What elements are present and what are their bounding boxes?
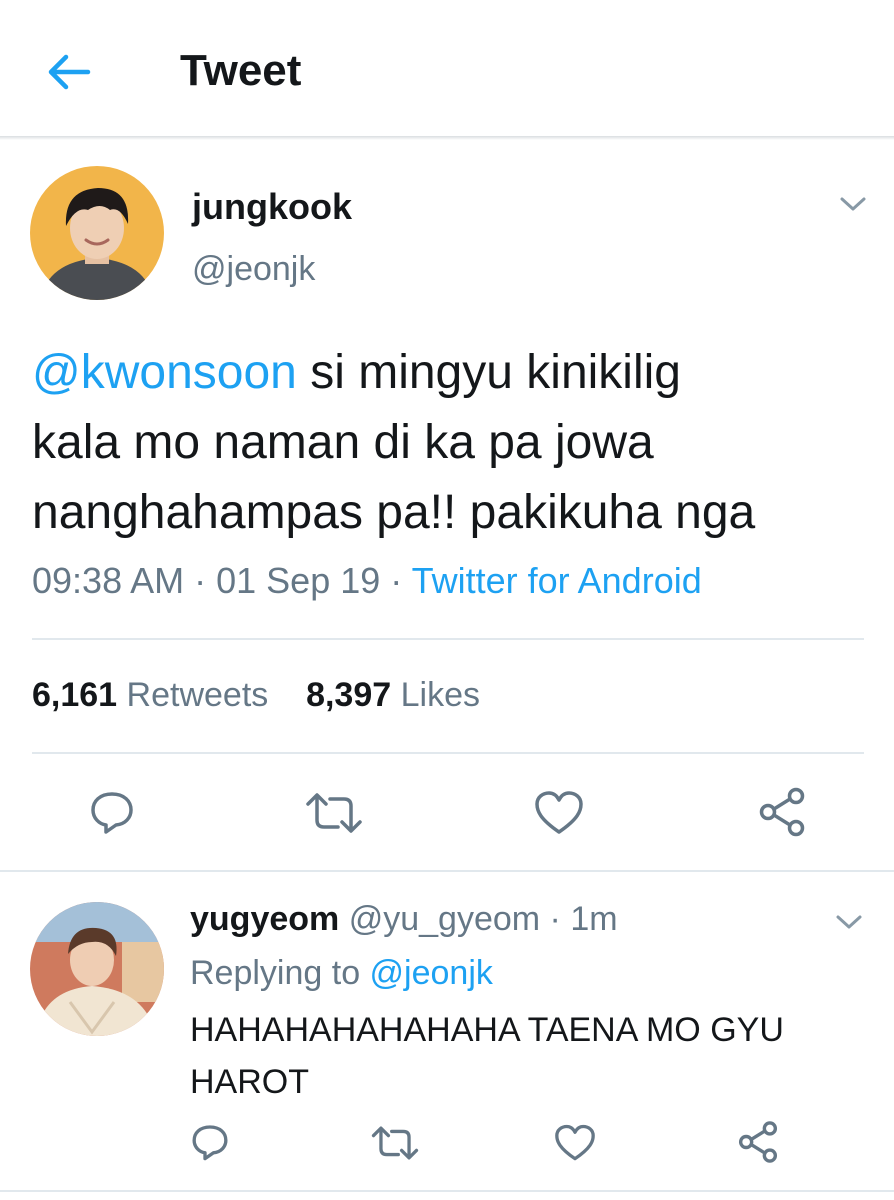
like-icon bbox=[555, 1124, 595, 1161]
reply-header: yugyeom @yu_gyeom · 1m bbox=[190, 900, 618, 939]
like-stat[interactable]: 8,397 Likes bbox=[306, 676, 480, 714]
chevron-down-icon bbox=[836, 915, 862, 929]
tweet-menu-button[interactable] bbox=[838, 194, 868, 219]
tweet-body-line: kala mo naman di ka pa jowa bbox=[32, 416, 654, 469]
retweet-button[interactable] bbox=[304, 790, 364, 841]
avatar-image bbox=[30, 166, 164, 300]
separator: · bbox=[184, 560, 217, 601]
like-label: Likes bbox=[400, 676, 480, 714]
avatar[interactable] bbox=[30, 166, 164, 300]
reply-avatar[interactable] bbox=[30, 902, 164, 1036]
tweet-body: @kwonsoon si mingyu kinikilig kala mo na… bbox=[32, 338, 872, 548]
reply-like-button[interactable] bbox=[554, 1124, 596, 1167]
share-button[interactable] bbox=[756, 786, 808, 843]
avatar-image bbox=[30, 902, 164, 1036]
retweet-icon bbox=[306, 793, 362, 833]
top-bar: Tweet bbox=[0, 0, 894, 138]
like-button[interactable] bbox=[534, 790, 584, 841]
reply-retweet-button[interactable] bbox=[370, 1124, 420, 1167]
author-handle[interactable]: @jeonjk bbox=[192, 250, 315, 289]
tweet-date: 01 Sep 19 bbox=[216, 560, 381, 601]
retweet-count: 6,161 bbox=[32, 676, 118, 714]
share-icon bbox=[759, 787, 805, 837]
replying-prefix: Replying to bbox=[190, 954, 370, 992]
retweet-stat[interactable]: 6,161 Retweets bbox=[32, 676, 268, 714]
author-name[interactable]: jungkook bbox=[192, 186, 352, 228]
share-icon bbox=[738, 1121, 778, 1163]
back-button[interactable] bbox=[44, 50, 92, 94]
tweet-body-line: @kwonsoon si mingyu kinikilig bbox=[32, 338, 872, 408]
arrow-left-icon bbox=[48, 54, 91, 90]
tweet-stats: 6,161 Retweets 8,397 Likes bbox=[32, 676, 480, 715]
reply-body-line: HAHAHAHAHAHAHA TAENA MO GYU bbox=[190, 1011, 784, 1049]
tweet-source-link[interactable]: Twitter for Android bbox=[412, 560, 702, 601]
like-count: 8,397 bbox=[306, 676, 392, 714]
reply-body: HAHAHAHAHAHAHA TAENA MO GYU HAROT bbox=[190, 1004, 850, 1108]
reply-share-button[interactable] bbox=[736, 1120, 780, 1169]
tweet-body-line: nanghahampas pa!! pakikuha nga bbox=[32, 486, 756, 539]
page-title: Tweet bbox=[180, 46, 302, 95]
reply-menu-button[interactable] bbox=[834, 912, 864, 937]
mention-link[interactable]: @kwonsoon bbox=[32, 346, 297, 399]
reply-divider bbox=[0, 1190, 894, 1192]
separator: · bbox=[380, 560, 412, 601]
like-icon bbox=[535, 791, 583, 834]
reply-icon bbox=[192, 1125, 228, 1161]
reply-body-line: HAROT bbox=[190, 1063, 309, 1101]
chevron-down-icon bbox=[840, 197, 866, 211]
divider bbox=[32, 752, 864, 754]
replying-to: Replying to @jeonjk bbox=[190, 954, 493, 993]
reply-reply-button[interactable] bbox=[190, 1122, 230, 1167]
header-divider bbox=[0, 136, 894, 140]
tweet-divider bbox=[0, 870, 894, 872]
reply-icon bbox=[91, 792, 133, 834]
replying-to-link[interactable]: @jeonjk bbox=[370, 954, 493, 992]
reply-author-name[interactable]: yugyeom bbox=[190, 900, 339, 938]
retweet-icon bbox=[371, 1126, 419, 1160]
tweet-time: 09:38 AM bbox=[32, 560, 185, 601]
divider bbox=[32, 638, 864, 640]
reply-button[interactable] bbox=[88, 788, 136, 841]
retweet-label: Retweets bbox=[126, 676, 269, 714]
separator: · bbox=[540, 900, 571, 938]
tweet-meta: 09:38 AM · 01 Sep 19 · Twitter for Andro… bbox=[32, 560, 702, 602]
reply-author-handle[interactable]: @yu_gyeom bbox=[349, 900, 540, 938]
reply-age: 1m bbox=[570, 900, 618, 938]
tweet-text-segment: si mingyu kinikilig bbox=[296, 346, 681, 399]
